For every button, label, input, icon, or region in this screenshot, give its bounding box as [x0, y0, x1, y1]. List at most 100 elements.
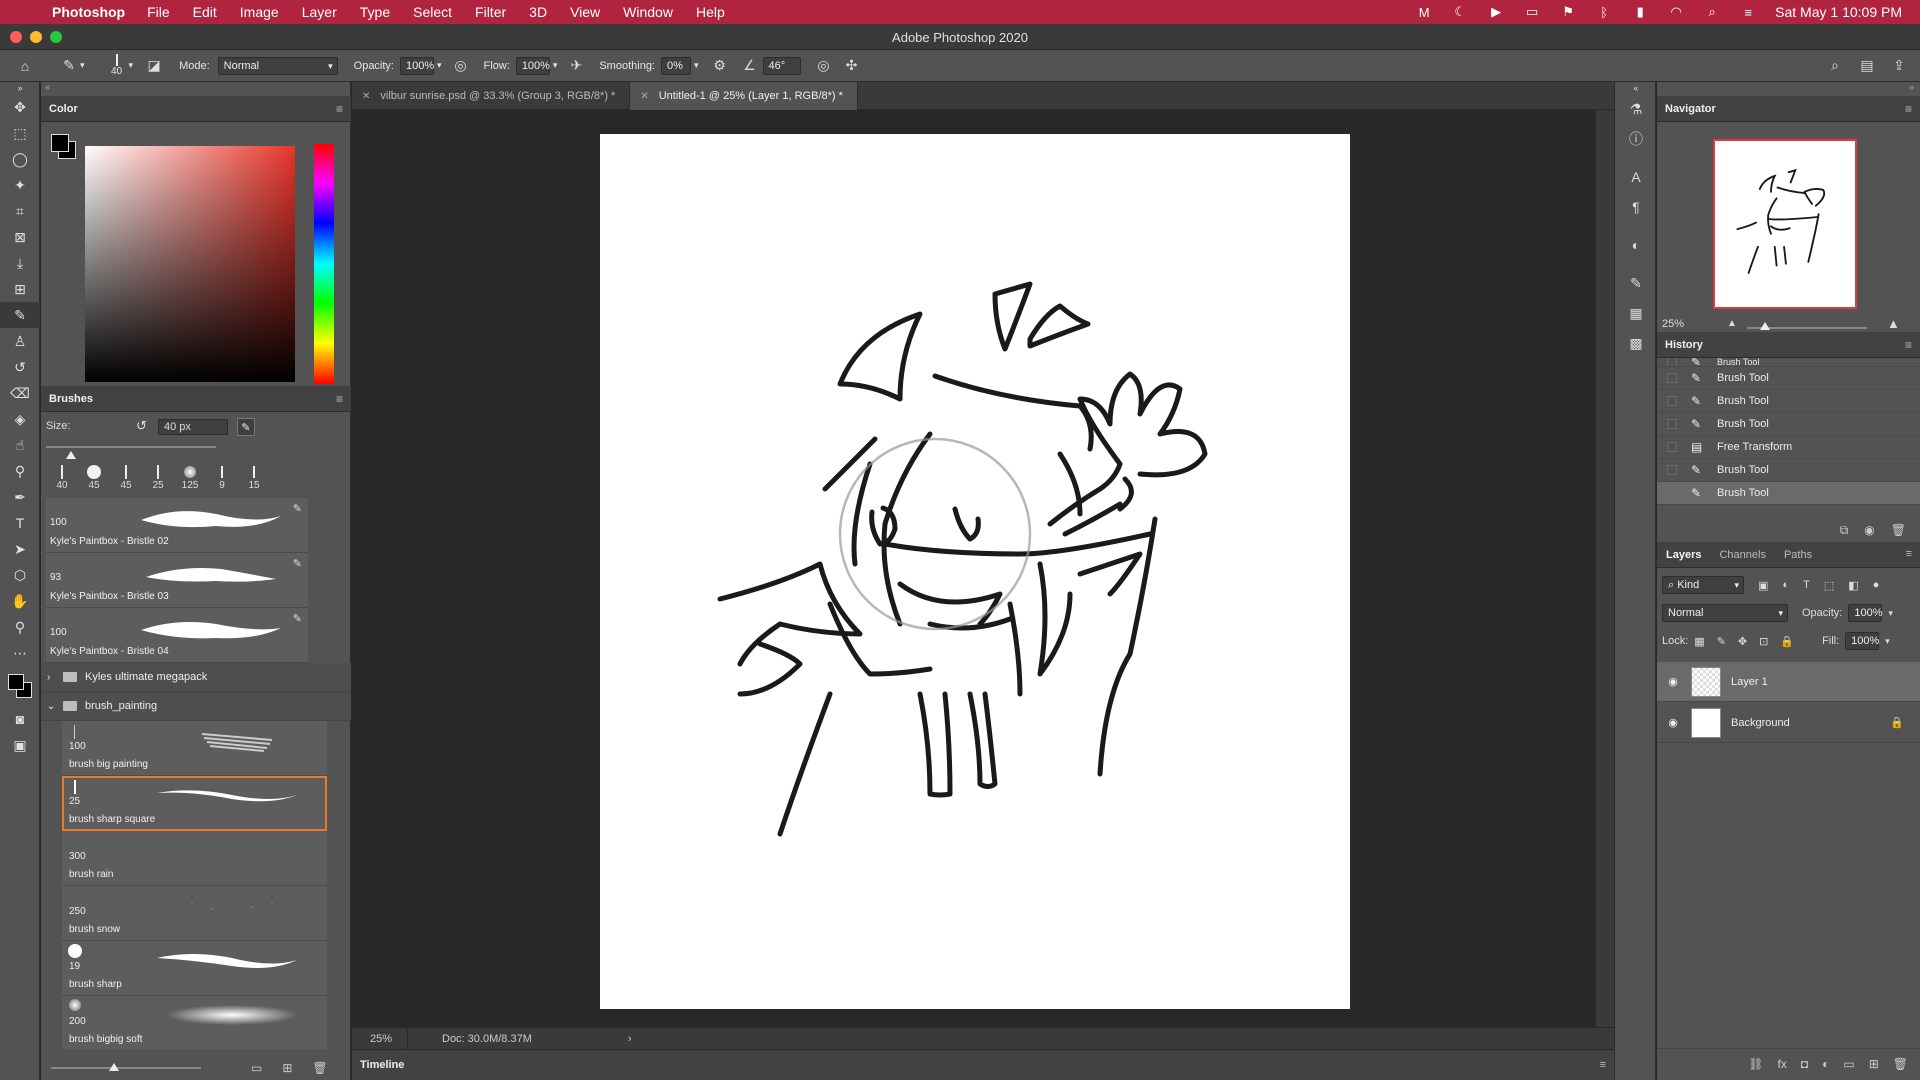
clock[interactable]: Sat May 1 10:09 PM	[1775, 4, 1902, 20]
fill-chevron-icon[interactable]: ▾	[1885, 636, 1890, 647]
panel-menu-icon[interactable]: ≡	[1905, 338, 1912, 352]
lasso-tool-icon[interactable]: ◯	[0, 146, 40, 172]
info-icon[interactable]: ⓘ	[1615, 124, 1657, 154]
zoom-tool-icon[interactable]: ⚲	[0, 614, 40, 640]
airbrush-icon[interactable]: ✈	[567, 57, 585, 75]
path-select-tool-icon[interactable]: ➤	[0, 536, 40, 562]
marquee-tool-icon[interactable]: ⬚	[0, 120, 40, 146]
layer-row-background[interactable]: ◉ Background 🔒	[1657, 703, 1920, 743]
lock-artboard-icon[interactable]: ⊡	[1759, 635, 1768, 648]
edit-brush-icon[interactable]: ✎	[293, 502, 302, 515]
reset-size-icon[interactable]: ↺	[136, 418, 147, 434]
brush-preview-icon[interactable]	[115, 54, 118, 66]
list-item[interactable]: ▤ Free Transform	[1657, 436, 1920, 459]
menu-layer[interactable]: Layer	[302, 4, 337, 20]
smoothing-chevron-icon[interactable]: ▾	[694, 60, 699, 71]
stamp-tool-icon[interactable]: ♙	[0, 328, 40, 354]
home-icon[interactable]: ⌂	[16, 57, 34, 75]
play-icon[interactable]: ▶	[1487, 4, 1505, 19]
layer-opacity-input[interactable]: 100%	[1848, 604, 1883, 622]
filter-type-icon[interactable]: T	[1803, 579, 1810, 591]
eye-icon[interactable]: ◉	[1661, 716, 1685, 729]
menu-view[interactable]: View	[570, 4, 600, 20]
angle-input[interactable]: 46°	[762, 56, 801, 75]
layer-name[interactable]: Layer 1	[1731, 676, 1768, 688]
panel-menu-icon[interactable]: ≡	[336, 392, 343, 406]
lock-position-icon[interactable]: ✥	[1738, 635, 1747, 648]
canvas[interactable]	[600, 134, 1350, 1009]
trash-icon[interactable]: 🗑	[312, 1061, 327, 1075]
wifi-icon[interactable]: ◠	[1667, 4, 1685, 19]
list-item[interactable]: 250 brush snow	[62, 886, 327, 941]
list-item[interactable]: 100 ✎ Kyle's Paintbox - Bristle 02	[46, 498, 308, 553]
slider-thumb[interactable]	[1760, 322, 1770, 330]
list-item[interactable]: ✎ Brush Tool	[1657, 413, 1920, 436]
tab-vilbur-sunrise[interactable]: ✕ vilbur sunrise.psd @ 33.3% (Group 3, R…	[352, 82, 631, 110]
preset-15[interactable]: 15	[238, 464, 270, 491]
pressure-size-icon[interactable]: ◎	[815, 57, 833, 75]
color-swatches[interactable]	[0, 666, 40, 706]
search-icon[interactable]: ⌕	[1826, 57, 1844, 75]
fill-input[interactable]: 100%	[1845, 632, 1879, 650]
pressure-opacity-icon[interactable]: ◎	[452, 57, 470, 75]
move-tool-icon[interactable]: ✥	[0, 94, 40, 120]
chevron-right-icon[interactable]: ›	[47, 672, 59, 683]
brush-tool-preset-icon[interactable]: ✎	[60, 57, 78, 75]
workspace-icon[interactable]: ▤	[1858, 57, 1876, 75]
close-tab-icon[interactable]: ✕	[640, 91, 648, 102]
character-icon[interactable]: A	[1615, 162, 1657, 192]
tab-layers[interactable]: Layers	[1657, 542, 1710, 568]
chevron-right-icon[interactable]: ›	[628, 1033, 632, 1045]
bluetooth-icon[interactable]: ᛒ	[1595, 5, 1613, 20]
screen-mode-icon[interactable]: ▣	[0, 732, 40, 758]
lock-transparency-icon[interactable]: ▦	[1694, 635, 1704, 648]
panel-menu-icon[interactable]: ≡	[336, 102, 343, 116]
filter-shape-icon[interactable]: ⬚	[1824, 579, 1834, 592]
vertical-scrollbar[interactable]	[1596, 110, 1614, 1027]
type-tool-icon[interactable]: T	[0, 510, 40, 536]
collapse-icon[interactable]: «	[1615, 82, 1657, 94]
paragraph-icon[interactable]: ¶	[1615, 192, 1657, 222]
symmetry-icon[interactable]: ✣	[843, 57, 861, 75]
list-item[interactable]: 100 ✎ Kyle's Paintbox - Bristle 04	[46, 608, 308, 663]
brush-settings-icon[interactable]: ✎	[237, 418, 255, 436]
adjustment-layer-icon[interactable]: ◐	[1822, 1057, 1829, 1071]
fx-icon[interactable]: fx	[1778, 1057, 1787, 1071]
share-icon[interactable]: ⇪	[1890, 57, 1908, 75]
size-input[interactable]: 40 px	[158, 419, 228, 435]
control-center-icon[interactable]: ≡	[1739, 5, 1757, 20]
list-item[interactable]: 19 brush sharp	[62, 941, 327, 996]
blend-mode-select[interactable]: Normal ▾	[1662, 604, 1788, 622]
trash-icon[interactable]: 🗑	[1891, 523, 1906, 537]
bucket-tool-icon[interactable]: ◈	[0, 406, 40, 432]
menu-edit[interactable]: Edit	[193, 4, 217, 20]
mode-select[interactable]: Normal ▾	[217, 56, 338, 75]
timeline-title[interactable]: Timeline	[360, 1059, 404, 1071]
edit-brush-icon[interactable]: ✎	[293, 557, 302, 570]
size-slider[interactable]	[46, 446, 216, 448]
window-icon[interactable]: ▭	[1523, 4, 1541, 19]
list-item[interactable]: 100 brush big painting	[62, 721, 327, 776]
brush-group-expanded[interactable]: ⌄ brush_painting	[41, 692, 351, 721]
search-icon[interactable]: ⌕	[1703, 4, 1721, 19]
preset-9[interactable]: 9	[206, 464, 238, 491]
opacity-input[interactable]: 100%	[400, 56, 434, 75]
menu-type[interactable]: Type	[360, 4, 390, 20]
brush-settings-icon[interactable]: ◪	[145, 57, 163, 75]
new-group-icon[interactable]: ▭	[251, 1061, 262, 1075]
panel-menu-icon[interactable]: ≡	[1905, 102, 1912, 116]
filter-toggle-icon[interactable]: ●	[1873, 579, 1880, 591]
mask-icon[interactable]: ◘	[1801, 1057, 1808, 1071]
tab-untitled-1[interactable]: ✕ Untitled-1 @ 25% (Layer 1, RGB/8*) *	[630, 82, 858, 110]
gradients-icon[interactable]: ▦	[1615, 298, 1657, 328]
tab-paths[interactable]: Paths	[1775, 542, 1821, 568]
edit-brush-icon[interactable]: ✎	[293, 612, 302, 625]
pen-tool-icon[interactable]: ✒	[0, 484, 40, 510]
layer-name[interactable]: Background	[1731, 717, 1790, 729]
opacity-chevron-icon[interactable]: ▾	[437, 60, 442, 71]
preset-125[interactable]: 125	[174, 464, 206, 491]
battery-icon[interactable]: ▮	[1631, 4, 1649, 19]
panel-menu-icon[interactable]: ≡	[1906, 548, 1912, 560]
lock-pixels-icon[interactable]: ✎	[1717, 635, 1726, 648]
lock-all-icon[interactable]: 🔒	[1780, 635, 1794, 648]
